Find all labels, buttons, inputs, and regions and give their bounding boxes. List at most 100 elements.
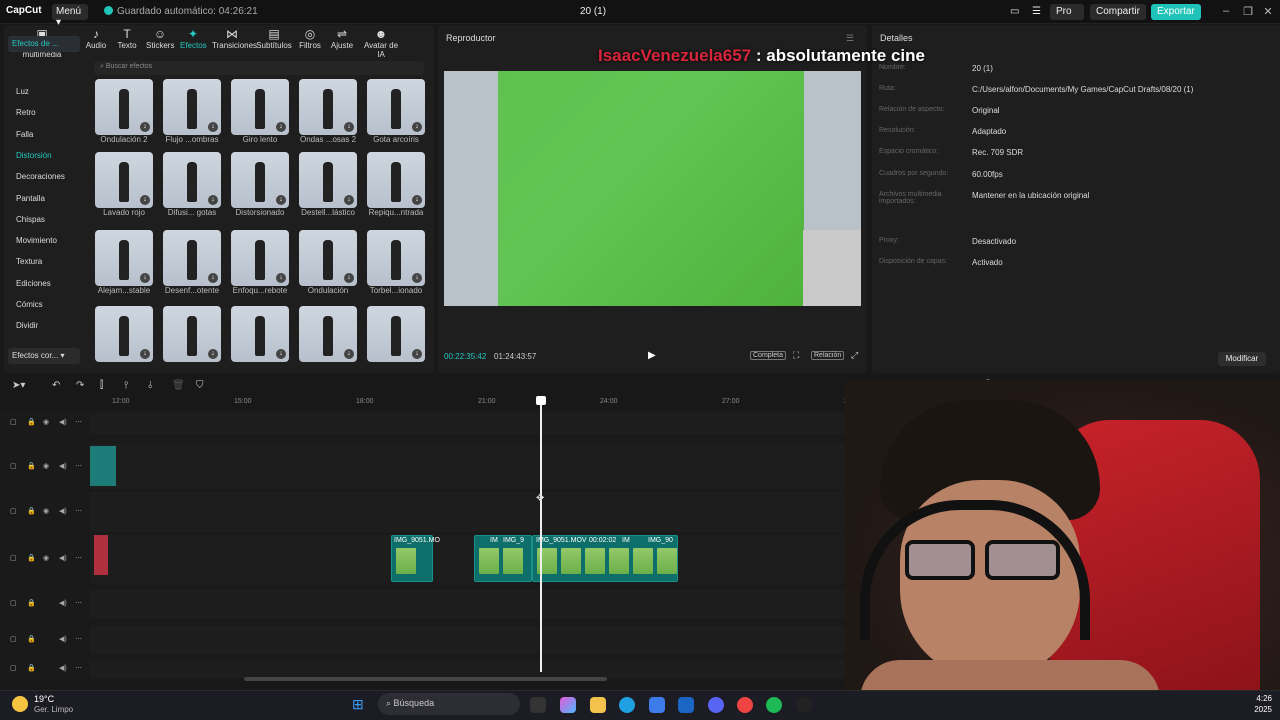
- eye-icon[interactable]: ◉: [43, 507, 49, 515]
- eye-icon[interactable]: ◉: [43, 554, 49, 562]
- shortcuts-icon[interactable]: ☰: [1026, 4, 1047, 20]
- lock-icon[interactable]: 🔒: [27, 635, 36, 643]
- small-clip[interactable]: [90, 446, 116, 486]
- tab-transition[interactable]: ⋈ Transiciones: [212, 27, 257, 53]
- effect-card[interactable]: ↓: [299, 152, 357, 208]
- chrome-icon[interactable]: [737, 697, 753, 713]
- download-icon[interactable]: ↓: [140, 122, 150, 132]
- volume-icon[interactable]: ◀): [59, 664, 67, 672]
- pro-button[interactable]: Pro: [1050, 4, 1084, 20]
- category-item[interactable]: Ediciones: [16, 279, 51, 288]
- delete-icon[interactable]: 🗑: [172, 380, 185, 391]
- effect-card[interactable]: ↓: [231, 230, 289, 286]
- tab-effects[interactable]: ✦ Efectos: [180, 27, 207, 53]
- close-icon[interactable]: ✕: [1258, 5, 1278, 18]
- tab-sticker[interactable]: ☺ Stickers: [146, 27, 174, 53]
- playhead[interactable]: [540, 398, 542, 672]
- effect-card[interactable]: ↓: [95, 152, 153, 208]
- outlook-icon[interactable]: [678, 697, 694, 713]
- lock-icon[interactable]: 🔒: [27, 554, 36, 562]
- tab-subtitles[interactable]: ▤ Subtítulos: [256, 27, 292, 53]
- download-icon[interactable]: ↓: [208, 122, 218, 132]
- split-right-icon[interactable]: ⫰: [148, 380, 152, 391]
- category-item[interactable]: Luz: [16, 87, 29, 96]
- download-icon[interactable]: ↓: [208, 195, 218, 205]
- download-icon[interactable]: ↓: [208, 273, 218, 283]
- track-type-icon[interactable]: ▢: [10, 599, 17, 607]
- category-item[interactable]: Falla: [16, 130, 33, 139]
- download-icon[interactable]: ↓: [140, 273, 150, 283]
- copilot-icon[interactable]: [560, 697, 576, 713]
- volume-icon[interactable]: ◀): [59, 635, 67, 643]
- volume-icon[interactable]: ◀): [59, 462, 67, 470]
- more-icon[interactable]: ⋯: [75, 462, 82, 470]
- effect-card[interactable]: ↓: [299, 79, 357, 135]
- eye-icon[interactable]: ◉: [43, 418, 49, 426]
- download-icon[interactable]: ↓: [412, 349, 422, 359]
- effect-card[interactable]: ↓: [367, 306, 425, 362]
- more-icon[interactable]: ⋯: [75, 418, 82, 426]
- track-type-icon[interactable]: ▢: [10, 418, 17, 426]
- download-icon[interactable]: ↓: [344, 122, 354, 132]
- effect-card[interactable]: ↓: [367, 230, 425, 286]
- category-item[interactable]: Textura: [16, 257, 42, 266]
- track-type-icon[interactable]: ▢: [10, 554, 17, 562]
- layout-icon[interactable]: ▭: [1004, 4, 1025, 20]
- more-icon[interactable]: ⋯: [75, 635, 82, 643]
- effect-card[interactable]: ↓: [367, 152, 425, 208]
- play-icon[interactable]: ▶: [648, 350, 656, 361]
- effect-card[interactable]: ↓: [231, 79, 289, 135]
- category-item[interactable]: Distorsión: [16, 151, 52, 160]
- playhead-handle[interactable]: [536, 396, 546, 405]
- category-item[interactable]: Movimiento: [16, 236, 57, 245]
- download-icon[interactable]: ↓: [344, 195, 354, 205]
- edge-icon[interactable]: [619, 697, 635, 713]
- full-quality-button[interactable]: Completa: [750, 351, 786, 360]
- taskbar-clock[interactable]: 4:26: [1236, 694, 1272, 703]
- maximize-icon[interactable]: ❐: [1238, 5, 1258, 18]
- timeline-scrollbar[interactable]: [244, 677, 607, 681]
- category-dropdown[interactable]: Efectos de ...: [8, 36, 80, 52]
- taskbar-search[interactable]: ⌕ Búsqueda: [378, 693, 520, 715]
- download-icon[interactable]: ↓: [344, 349, 354, 359]
- tab-text[interactable]: T Texto: [116, 27, 138, 53]
- category-item[interactable]: Dividir: [16, 321, 38, 330]
- effect-card[interactable]: ↓: [367, 79, 425, 135]
- effect-card[interactable]: ↓: [163, 230, 221, 286]
- volume-icon[interactable]: ◀): [59, 418, 67, 426]
- lock-icon[interactable]: 🔒: [27, 462, 36, 470]
- download-icon[interactable]: ↓: [412, 273, 422, 283]
- track-type-icon[interactable]: ▢: [10, 664, 17, 672]
- player-menu-icon[interactable]: ☰: [846, 33, 854, 44]
- track-type-icon[interactable]: ▢: [10, 635, 17, 643]
- lock-icon[interactable]: 🔒: [27, 599, 36, 607]
- effect-card[interactable]: ↓: [231, 152, 289, 208]
- download-icon[interactable]: ↓: [276, 195, 286, 205]
- more-icon[interactable]: ⋯: [75, 664, 82, 672]
- download-icon[interactable]: ↓: [276, 122, 286, 132]
- undo-icon[interactable]: ↶: [52, 380, 60, 391]
- download-icon[interactable]: ↓: [412, 195, 422, 205]
- task-view-icon[interactable]: [530, 697, 546, 713]
- effect-card[interactable]: ↓: [95, 306, 153, 362]
- ratio-button[interactable]: Relación: [811, 351, 845, 360]
- download-icon[interactable]: ↓: [276, 273, 286, 283]
- category-item[interactable]: Decoraciones: [16, 172, 65, 181]
- volume-icon[interactable]: ◀): [59, 599, 67, 607]
- effect-card[interactable]: ↓: [163, 152, 221, 208]
- track-type-icon[interactable]: ▢: [10, 507, 17, 515]
- weather-temp[interactable]: 19°C: [34, 694, 54, 704]
- select-tool-icon[interactable]: ➤▾: [12, 380, 25, 391]
- download-icon[interactable]: ↓: [208, 349, 218, 359]
- export-button[interactable]: Exportar: [1151, 4, 1201, 20]
- store-icon[interactable]: [649, 697, 665, 713]
- category-item[interactable]: Pantalla: [16, 194, 45, 203]
- menu-button[interactable]: Menú ▾: [52, 4, 88, 28]
- lock-icon[interactable]: 🔒: [27, 507, 36, 515]
- weather-desc[interactable]: Ger. Limpo: [34, 705, 73, 714]
- discord-icon[interactable]: [708, 697, 724, 713]
- volume-icon[interactable]: ◀): [59, 554, 67, 562]
- download-icon[interactable]: ↓: [140, 349, 150, 359]
- screenshot-icon[interactable]: ⛶: [793, 350, 799, 361]
- redo-icon[interactable]: ↷: [76, 380, 84, 391]
